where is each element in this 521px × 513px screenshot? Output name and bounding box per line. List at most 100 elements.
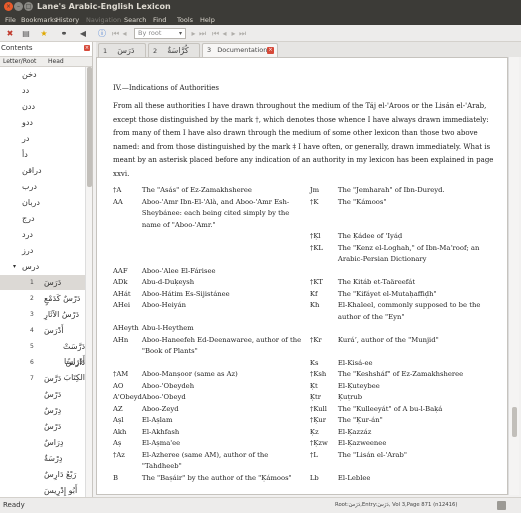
bookmark-icon[interactable]: ★: [38, 28, 50, 39]
close-icon[interactable]: ×: [84, 45, 90, 51]
tab-2[interactable]: 2 كُرَّاسَةٌ: [148, 43, 200, 57]
abbr-code: Lb: [309, 473, 319, 482]
tree-entry-item[interactable]: 5 دَرَّسَتْ أَدْرَاسًا: [0, 339, 85, 366]
tab-3[interactable]: 3 Documentation ×: [202, 43, 278, 58]
scrollbar-thumb[interactable]: [512, 407, 517, 437]
tree-entry-item[interactable]: دِرَاسٌ: [0, 435, 85, 450]
next-icon[interactable]: ▸: [190, 28, 197, 39]
tree-entry-item[interactable]: دَرْسٌ: [0, 387, 85, 402]
tree-entry-item[interactable]: دِرْسٌ: [0, 403, 85, 418]
abbr-desc: The Kitáb et-Taäreefát: [337, 278, 416, 286]
authority-row: B The "Baṣáir" by the author of the "Ḳámo…: [113, 473, 498, 485]
tree-root-item[interactable]: ددن: [0, 99, 85, 114]
window-close-button[interactable]: ×: [4, 2, 13, 11]
view-icon[interactable]: ▤: [20, 28, 32, 39]
document-view: IV.—Indications of Authorities From all …: [96, 57, 508, 495]
documentation-content: IV.—Indications of Authorities From all …: [113, 83, 499, 484]
chevron-down-icon[interactable]: ▾: [179, 29, 182, 38]
column-letter-root[interactable]: Letter/Root: [3, 57, 36, 67]
abbr-code: Aṣ: [113, 439, 122, 447]
abbr-code: Ḳtr: [309, 393, 321, 401]
tree-root-item[interactable]: ددو: [0, 115, 85, 130]
menu-bookmarks[interactable]: Bookmarks: [21, 15, 57, 25]
abbr-code: AAF: [113, 266, 128, 275]
last-icon[interactable]: ⏭: [199, 28, 206, 39]
tree-root-item[interactable]: درب: [0, 179, 85, 194]
binoculars-icon[interactable]: ⚭: [57, 28, 71, 39]
abbr-desc: El-Leblee: [337, 473, 371, 482]
document-scrollbar[interactable]: [508, 57, 519, 495]
authority-row: †Ḳl The Ḳádee of 'Iyáḍ: [113, 231, 498, 243]
abbr-code: [310, 323, 338, 335]
contents-scrollbar[interactable]: [85, 67, 92, 497]
tree-root-item[interactable]: درج: [0, 211, 85, 226]
tree-entry-item[interactable]: 3 دَرْسُ الآثَارِ: [0, 307, 85, 322]
page-next-icon[interactable]: ▸: [230, 28, 237, 39]
abbr-desc: The "Lisán el-'Arab": [337, 450, 407, 459]
window-minimize-button[interactable]: –: [14, 2, 23, 11]
tab-1[interactable]: 1 دَرَسَ: [98, 43, 146, 57]
abbr-code: Kf: [309, 289, 318, 298]
tree-root-item[interactable]: دربان: [0, 195, 85, 210]
window-maximize-button[interactable]: □: [24, 2, 33, 11]
menu-history[interactable]: History: [56, 15, 79, 25]
menu-file[interactable]: File: [5, 15, 16, 25]
abbr-desc: [338, 266, 498, 278]
back-icon[interactable]: ◀: [78, 28, 88, 39]
info-icon[interactable]: ⓘ: [97, 28, 107, 39]
tree-entry-item[interactable]: أَبُو إِدْرِيسَ: [0, 483, 85, 497]
abbr-code: [113, 358, 142, 370]
tree-entry-item[interactable]: 7 دَرَّسَ: [0, 371, 85, 386]
tree-entry-item[interactable]: 2 دَرْسٌ كَدَمْعٍ: [0, 291, 85, 306]
tree-entry-item[interactable]: 6 دَارَسَ الكِتَابَ: [0, 355, 85, 382]
menu-find[interactable]: Find: [153, 15, 166, 25]
authority-row: AA Aboo-'Amr Ibn-El-'Alà, and Aboo-'Amr E…: [113, 197, 498, 232]
tree-root-item[interactable]: دراقن: [0, 163, 85, 178]
column-head[interactable]: Head: [48, 57, 64, 67]
abbr-code: †Az: [113, 450, 125, 459]
first-icon[interactable]: ⏮: [112, 28, 119, 39]
tree-root-item[interactable]: دأ: [0, 147, 85, 162]
tree-root-item[interactable]: دد: [0, 83, 85, 98]
menu-tools[interactable]: Tools: [177, 15, 193, 25]
authorities-table: †A The "Asás" of Ez-Zamakhsheree Jm The "Je…: [113, 185, 498, 484]
abbr-code: Jm: [309, 186, 320, 194]
menu-help[interactable]: Help: [200, 15, 215, 25]
abbr-desc: Aboo-'Amr Ibn-El-'Alà, and Aboo-'Amr Esh…: [141, 197, 290, 229]
abbr-desc: El-Ḳuteybee: [337, 381, 380, 390]
abbr-desc: El-Azheree (same AM), author of the "Tah…: [141, 450, 269, 471]
abbr-code: Ks: [309, 358, 319, 367]
tree-root-item[interactable]: درز: [0, 243, 85, 258]
tree-entry-item[interactable]: رَبْعُ دَارِسٌ: [0, 467, 85, 482]
tree-root-item[interactable]: دخن: [0, 67, 85, 82]
menu-search[interactable]: Search: [124, 15, 146, 25]
root-search-input[interactable]: By root ▾: [134, 28, 186, 39]
status-text: Ready: [3, 501, 25, 509]
expand-arrow-icon[interactable]: ▾: [13, 259, 16, 274]
tree-entry-item[interactable]: دَرْسٌ: [0, 419, 85, 434]
tree-entry-item[interactable]: 4 أَدْرَسَ: [0, 323, 85, 338]
abbr-desc: Aboo-'Alee El-Fárisee: [141, 266, 216, 275]
tree-root-item[interactable]: درد: [0, 227, 85, 242]
page-prev-icon[interactable]: ◂: [221, 28, 228, 39]
tree-root-item[interactable]: در: [0, 131, 85, 146]
menu-navigation[interactable]: Navigation: [86, 15, 121, 25]
authority-row: Ks El-Kisá-ee: [113, 358, 498, 370]
page-first-icon[interactable]: ⏮: [212, 28, 219, 39]
abbr-code: Aṣl: [113, 416, 124, 424]
abbr-desc: The "Kenz el-Loghah," of Ibn-Maʼroof; an…: [337, 243, 480, 264]
abbr-code: [113, 231, 142, 243]
menu-bar: File Bookmarks History Navigation Search…: [0, 14, 521, 25]
page-last-icon[interactable]: ⏭: [239, 28, 246, 39]
tree-entry-item[interactable]: 1 دَرَسَ: [0, 275, 85, 290]
abbr-code: †Kr: [309, 335, 322, 344]
tree-root-item-expanded[interactable]: ▾ درس: [0, 259, 85, 274]
close-tab-icon[interactable]: ×: [267, 47, 274, 54]
abbr-code: Kh: [309, 301, 320, 309]
section-paragraph: From all these authorities I have drawn …: [113, 102, 494, 178]
prev-icon[interactable]: ◂: [121, 28, 128, 39]
tree-entry-item[interactable]: دِرْسَةٌ: [0, 451, 85, 466]
authority-row: AO Aboo-'Obeydeh Ḳt El-Ḳuteybee: [113, 381, 498, 393]
scrollbar-thumb[interactable]: [87, 67, 92, 187]
delete-icon[interactable]: ✖: [5, 28, 15, 39]
